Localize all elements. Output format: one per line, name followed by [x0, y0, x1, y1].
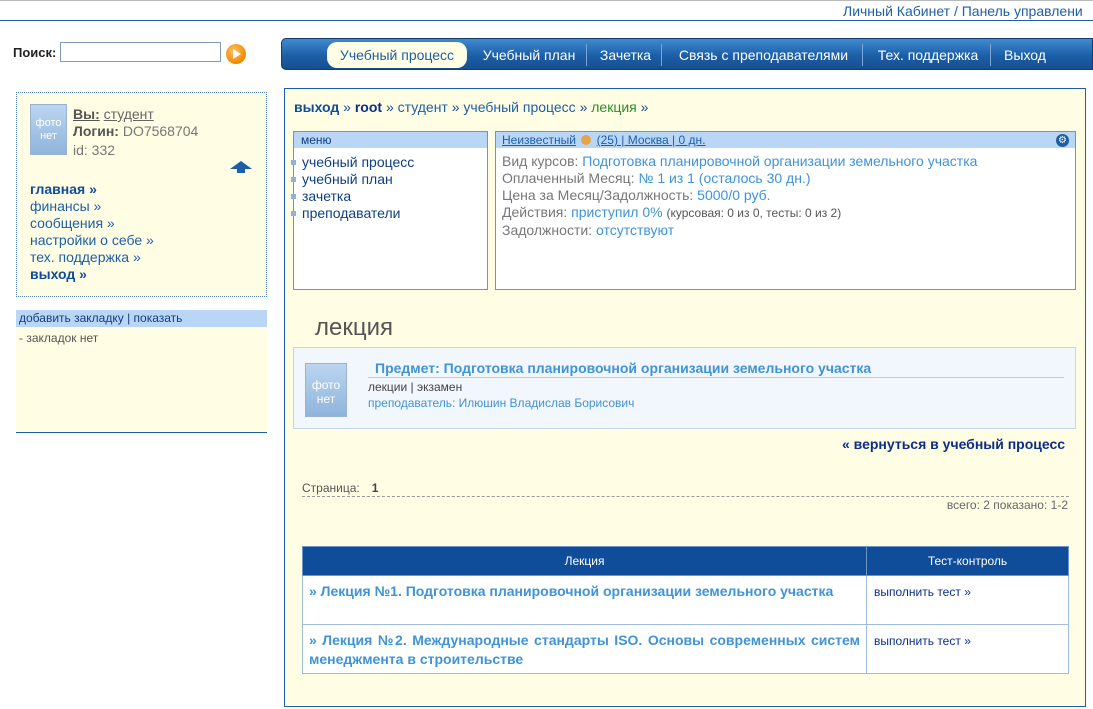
- paid-month-row: Оплаченный Месяц: № 1 из 1 (осталось 30 …: [502, 170, 1075, 187]
- user-name-link[interactable]: Неизвестный: [502, 133, 576, 147]
- subject-kind: лекции | экзамен: [368, 380, 463, 394]
- user-location[interactable]: (25) | Москва | 0 дн.: [597, 133, 706, 147]
- back-to-process-link[interactable]: « вернуться в учебный процесс: [842, 436, 1065, 452]
- lecture-link[interactable]: » Лекция №1. Подготовка планировочной ор…: [302, 575, 867, 625]
- breadcrumb-sep: »: [640, 99, 649, 115]
- tab-record-book[interactable]: Зачетка: [590, 42, 661, 68]
- breadcrumb-current: лекция: [591, 99, 637, 115]
- sidebar-item-messages[interactable]: сообщения »: [30, 215, 154, 232]
- user-login-value: DO7568704: [122, 123, 199, 139]
- test-link[interactable]: выполнить тест »: [866, 624, 1069, 674]
- menu-box: меню учебный процесс учебный план зачетк…: [291, 131, 488, 290]
- actions-note: (курсовая: 0 из 0, тесты: 0 из 2): [666, 206, 842, 220]
- breadcrumb-sep: »: [385, 99, 394, 115]
- sidebar-menu: главная » финансы » сообщения » настройк…: [30, 181, 154, 283]
- nav-separator: [990, 44, 991, 66]
- tab-teachers-contact[interactable]: Связь с преподавателями: [665, 42, 862, 68]
- col-lecture: Лекция: [302, 546, 867, 576]
- search-go-icon[interactable]: [226, 44, 246, 64]
- tab-study-process[interactable]: Учебный процесс: [327, 42, 467, 68]
- breadcrumb-exit[interactable]: выход: [294, 99, 339, 115]
- cabinet-link[interactable]: Личный Кабинет / Панель управлени: [843, 3, 1083, 19]
- sidebar-item-settings[interactable]: настройки о себе »: [30, 232, 154, 249]
- price-label: Цена за Месяц/Задолжность:: [502, 187, 694, 203]
- price-row: Цена за Месяц/Задолжность: 5000/0 руб.: [502, 187, 1075, 204]
- bookmarks-panel: добавить закладку | показать - закладок …: [16, 310, 267, 433]
- debt-row: Задолжности: отсутствуют: [502, 222, 1075, 239]
- price-value[interactable]: 5000/0 руб.: [697, 187, 770, 203]
- subject-divider: [368, 377, 1064, 378]
- nav-separator: [661, 44, 662, 66]
- pager-page[interactable]: 1: [372, 481, 379, 495]
- sidebar-item-support[interactable]: тех. поддержка »: [30, 249, 154, 266]
- avatar: фото нет: [30, 104, 67, 155]
- debt-label: Задолжности:: [502, 222, 593, 238]
- main-content: выход » root » студент » учебный процесс…: [284, 88, 1086, 707]
- breadcrumb-sep: »: [343, 99, 351, 115]
- tab-exit[interactable]: Выход: [994, 42, 1056, 68]
- search-input[interactable]: [60, 42, 221, 62]
- user-id: id: 332: [73, 142, 116, 158]
- nav-separator: [586, 44, 587, 66]
- bookmarks-empty: - закладок нет: [19, 331, 99, 345]
- actions-label: Действия:: [502, 204, 568, 220]
- sidebar-item-exit[interactable]: выход »: [30, 266, 154, 283]
- subject-teacher[interactable]: преподаватель: Илюшин Владислав Борисови…: [368, 396, 634, 410]
- user-face-icon: [581, 135, 592, 145]
- user-login-label: Логин:: [73, 123, 119, 139]
- test-link[interactable]: выполнить тест »: [866, 575, 1069, 625]
- breadcrumb-sep: »: [451, 99, 460, 115]
- top-divider: [0, 0, 1093, 1]
- sidebar-item-finance[interactable]: финансы »: [30, 198, 154, 215]
- sidebar-item-home[interactable]: главная »: [30, 181, 154, 198]
- course-info-box: Неизвестный (25) | Москва | 0 дн. ⚙ Вид …: [495, 131, 1076, 290]
- lecture-link[interactable]: » Лекция №2. Международные стандарты ISO…: [302, 624, 867, 674]
- user-role-value[interactable]: студент: [104, 106, 154, 122]
- nav-separator: [862, 44, 863, 66]
- course-type-label: Вид курсов:: [502, 153, 579, 169]
- subject-title[interactable]: Предмет: Подготовка планировочной органи…: [375, 360, 871, 376]
- teacher-photo: фото нет: [305, 363, 347, 417]
- menu-box-header: меню: [294, 131, 487, 148]
- actions-row: Действия: приступил 0% (курсовая: 0 из 0…: [502, 204, 1075, 222]
- menu-item-study-plan[interactable]: учебный план: [291, 171, 487, 188]
- subject-box: фото нет Предмет: Подготовка планировочн…: [293, 347, 1076, 429]
- user-login: Логин: DO7568704: [73, 123, 198, 139]
- menu-item-teachers[interactable]: преподаватели: [291, 205, 487, 222]
- course-type-row: Вид курсов: Подготовка планировочной орг…: [502, 153, 1075, 170]
- settings-icon[interactable]: ⚙: [1056, 134, 1069, 147]
- page-title: лекция: [315, 314, 393, 341]
- user-role: Вы: студент: [73, 106, 154, 122]
- pager: Страница: 1: [302, 481, 1069, 497]
- paid-month-label: Оплаченный Месяц:: [502, 170, 635, 186]
- lectures-table: Лекция Тест-контроль » Лекция №1. Подгот…: [302, 546, 1069, 674]
- paid-month-value[interactable]: № 1 из 1 (осталось 30 дн.): [638, 170, 810, 186]
- pager-label: Страница:: [302, 481, 360, 495]
- breadcrumb-process[interactable]: учебный процесс: [463, 99, 575, 115]
- col-test: Тест-контроль: [866, 546, 1069, 576]
- menu-item-study-process[interactable]: учебный процесс: [291, 154, 487, 171]
- course-type-value[interactable]: Подготовка планировочной организации зем…: [582, 153, 977, 169]
- breadcrumb-root[interactable]: root: [355, 99, 382, 115]
- user-role-label: Вы:: [73, 106, 100, 122]
- search-label: Поиск:: [13, 45, 57, 60]
- tab-study-plan[interactable]: Учебный план: [472, 42, 586, 68]
- course-info-header: Неизвестный (25) | Москва | 0 дн. ⚙: [496, 131, 1075, 148]
- pager-total: всего: 2 показано: 1-2: [946, 498, 1068, 512]
- user-panel: фото нет Вы: студент Логин: DO7568704 id…: [16, 92, 267, 297]
- debt-value[interactable]: отсутствуют: [596, 222, 674, 238]
- breadcrumb: выход » root » студент » учебный процесс…: [294, 99, 648, 115]
- top-bar: Личный Кабинет / Панель управлени: [0, 3, 1093, 21]
- main-nav: Учебный процесс Учебный план Зачетка Свя…: [281, 38, 1093, 70]
- menu-item-record-book[interactable]: зачетка: [291, 188, 487, 205]
- breadcrumb-sep: »: [579, 99, 588, 115]
- bookmarks-header[interactable]: добавить закладку | показать: [16, 310, 267, 327]
- tab-tech-support[interactable]: Тех. поддержка: [866, 42, 990, 68]
- breadcrumb-student[interactable]: студент: [398, 99, 448, 115]
- up-arrow-icon[interactable]: [230, 161, 252, 173]
- table-row: » Лекция №2. Международные стандарты ISO…: [302, 624, 1069, 674]
- table-row: » Лекция №1. Подготовка планировочной ор…: [302, 575, 1069, 625]
- actions-value[interactable]: приступил 0%: [571, 204, 662, 220]
